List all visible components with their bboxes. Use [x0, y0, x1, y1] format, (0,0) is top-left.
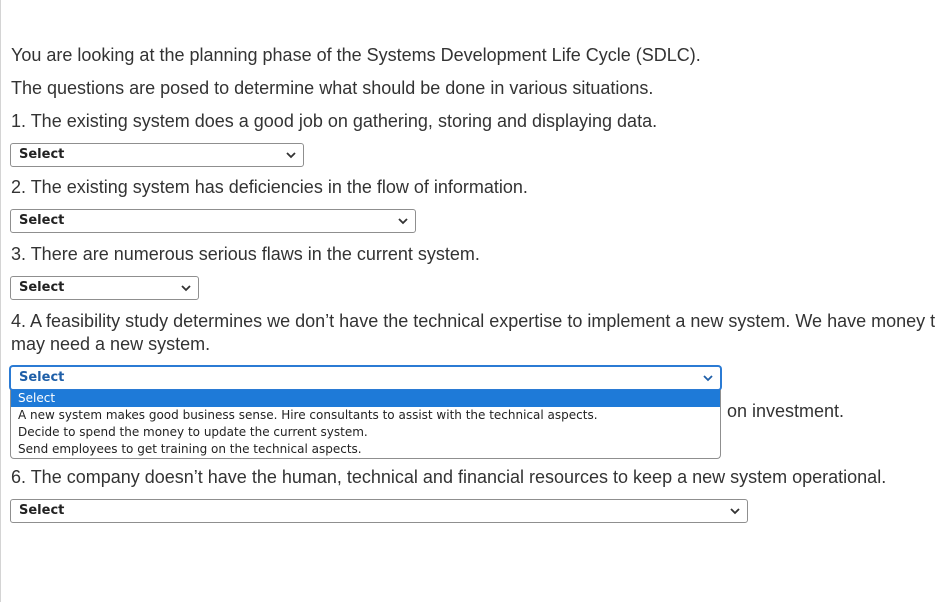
question-2-text: 2. The existing system has deficiencies … [11, 177, 528, 197]
question-1-select[interactable]: Select [10, 143, 304, 167]
dropdown-option-train-employees[interactable]: Send employees to get training on the te… [11, 441, 720, 458]
left-frame-border [0, 0, 1, 602]
question-3-select-value: Select [19, 280, 65, 295]
question-3-select[interactable]: Select [10, 276, 199, 300]
question-4-select-value: Select [19, 370, 65, 385]
question-4-text-line-1: 4. A feasibility study determines we don… [11, 311, 936, 331]
intro-line-1: You are looking at the planning phase of… [11, 45, 701, 65]
dropdown-option-select[interactable]: Select [11, 390, 720, 407]
question-6-select-value: Select [19, 503, 65, 518]
chevron-down-icon [398, 218, 408, 225]
question-6-text: 6. The company doesn’t have the human, t… [11, 467, 887, 487]
chevron-down-icon [730, 508, 740, 515]
dropdown-option-update-current-system[interactable]: Decide to spend the money to update the … [11, 424, 720, 441]
chevron-down-icon [286, 152, 296, 159]
intro-line-2: The questions are posed to determine wha… [11, 78, 654, 98]
question-6-select[interactable]: Select [10, 499, 748, 523]
question-4-dropdown-list[interactable]: Select A new system makes good business … [10, 390, 721, 459]
chevron-down-icon [703, 375, 713, 382]
question-3-text: 3. There are numerous serious flaws in t… [11, 244, 480, 264]
question-4-text-line-2: may need a new system. [11, 334, 211, 354]
question-1-select-value: Select [19, 147, 65, 162]
question-1-text: 1. The existing system does a good job o… [11, 111, 658, 131]
chevron-down-icon [181, 285, 191, 292]
dropdown-option-hire-consultants[interactable]: A new system makes good business sense. … [11, 407, 720, 424]
question-2-select-value: Select [19, 213, 65, 228]
question-4-select[interactable]: Select [10, 366, 721, 390]
question-2-select[interactable]: Select [10, 209, 416, 233]
question-5-text-visible-tail: on investment. [727, 401, 845, 421]
